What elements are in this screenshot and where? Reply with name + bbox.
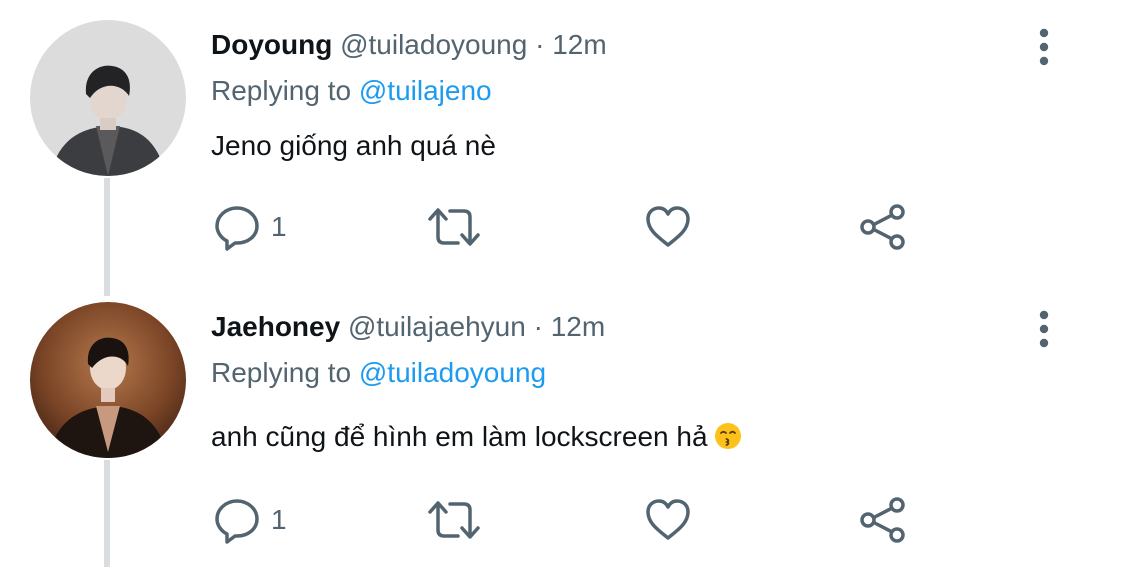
- retweet-arrows-icon: [428, 208, 480, 246]
- avatar[interactable]: [30, 20, 186, 176]
- tweet-header: Jaehoney @tuilajaehyun · 12m: [211, 310, 605, 344]
- reply-count: 1: [271, 211, 287, 242]
- display-name[interactable]: Jaehoney: [211, 311, 340, 342]
- vertical-dots-icon: [1039, 28, 1049, 66]
- reply-button[interactable]: 1: [213, 197, 287, 257]
- replying-to: Replying to @tuilajeno: [211, 74, 492, 108]
- avatar[interactable]: [30, 302, 186, 458]
- separator: ·: [533, 311, 543, 342]
- speech-bubble-icon: [215, 499, 259, 544]
- timestamp[interactable]: 12m: [552, 29, 606, 60]
- share-nodes-icon: [860, 204, 905, 250]
- mention-link[interactable]: @tuiladoyoung: [359, 357, 546, 388]
- reply-tweet[interactable]: Jaehoney @tuilajaehyun · 12m Replying to…: [0, 282, 1125, 567]
- reply-count: 1: [271, 504, 287, 535]
- action-bar: 1: [0, 490, 1125, 550]
- tweet-text: anh cũng để hình em làm lockscreen hả: [211, 421, 708, 452]
- like-button[interactable]: [644, 490, 692, 550]
- share-button[interactable]: [859, 197, 907, 257]
- reply-button[interactable]: 1: [213, 490, 287, 550]
- display-name[interactable]: Doyoung: [211, 29, 332, 60]
- like-button[interactable]: [644, 197, 692, 257]
- separator: ·: [535, 29, 545, 60]
- heart-icon: [646, 206, 690, 247]
- tweet-text: Jeno giống anh quá nè: [211, 130, 496, 161]
- share-nodes-icon: [860, 497, 905, 543]
- more-options-button[interactable]: [1030, 309, 1058, 353]
- speech-bubble-icon: [215, 206, 259, 251]
- replying-to: Replying to @tuiladoyoung: [211, 356, 546, 390]
- reply-tweet[interactable]: Doyoung @tuiladoyoung · 12m Replying to …: [0, 0, 1125, 282]
- share-button[interactable]: [859, 490, 907, 550]
- tweet-header: Doyoung @tuiladoyoung · 12m: [211, 28, 607, 62]
- retweet-button[interactable]: [426, 197, 482, 257]
- retweet-button[interactable]: [426, 490, 482, 550]
- more-options-button[interactable]: [1030, 27, 1058, 71]
- heart-icon: [646, 499, 690, 540]
- timestamp[interactable]: 12m: [551, 311, 605, 342]
- user-handle[interactable]: @tuiladoyoung: [340, 29, 527, 60]
- replying-to-label: Replying to: [211, 357, 352, 388]
- mention-link[interactable]: @tuilajeno: [359, 75, 492, 106]
- tweet-text-row: anh cũng để hình em làm lockscreen hả: [211, 420, 742, 454]
- user-handle[interactable]: @tuilajaehyun: [348, 311, 526, 342]
- replying-to-label: Replying to: [211, 75, 352, 106]
- retweet-arrows-icon: [428, 501, 480, 539]
- vertical-dots-icon: [1039, 310, 1049, 348]
- kissing-face-emoji: [714, 423, 741, 449]
- action-bar: 1: [0, 197, 1125, 257]
